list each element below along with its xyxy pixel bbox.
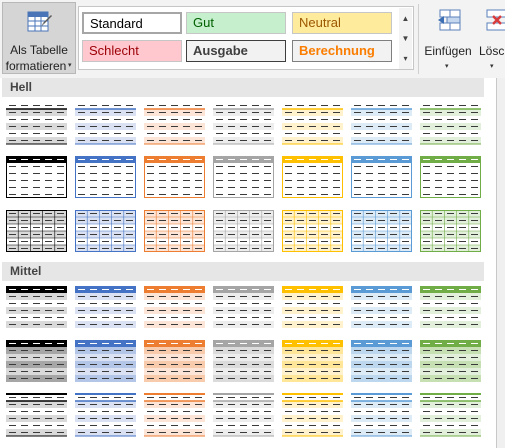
- cell-style-schlecht[interactable]: Schlecht: [82, 40, 182, 62]
- table-style-thumb[interactable]: [6, 392, 67, 443]
- ribbon: Als Tabelle formatieren ▾ Standard Gut Neu…: [0, 0, 505, 79]
- table-style-thumb[interactable]: [351, 338, 412, 389]
- table-style-thumb[interactable]: [282, 100, 343, 151]
- cell-style-ausgabe[interactable]: Ausgabe: [186, 40, 286, 62]
- table-style-thumb[interactable]: [420, 208, 481, 259]
- format-as-table-button[interactable]: Als Tabelle formatieren ▾: [2, 2, 76, 74]
- table-style-thumb[interactable]: [75, 208, 136, 259]
- ribbon-separator: [418, 4, 419, 74]
- gallery-scroll-down-button[interactable]: ▼: [399, 28, 412, 49]
- table-style-thumb[interactable]: [351, 154, 412, 205]
- table-styles-gallery: Hell Mittel: [0, 78, 497, 448]
- table-style-thumb[interactable]: [420, 100, 481, 151]
- table-style-thumb[interactable]: [75, 154, 136, 205]
- table-style-thumb[interactable]: [420, 284, 481, 335]
- cell-style-gut[interactable]: Gut: [186, 12, 286, 34]
- dropdown-arrow-icon: ▾: [68, 62, 72, 69]
- table-style-thumb[interactable]: [6, 154, 67, 205]
- table-style-thumb[interactable]: [213, 284, 274, 335]
- table-style-thumb[interactable]: [282, 154, 343, 205]
- table-style-thumb[interactable]: [351, 392, 412, 443]
- table-style-thumb[interactable]: [144, 284, 205, 335]
- delete-cells-icon: [484, 8, 505, 39]
- dropdown-arrow-icon: ▾: [445, 63, 449, 70]
- delete-label: Lösch: [479, 44, 505, 58]
- table-style-thumb[interactable]: [213, 100, 274, 151]
- table-style-thumb[interactable]: [282, 338, 343, 389]
- dropdown-arrow-icon: ▾: [490, 63, 494, 70]
- cell-style-neutral[interactable]: Neutral: [292, 12, 392, 34]
- table-style-thumb[interactable]: [6, 208, 67, 259]
- table-style-thumb[interactable]: [420, 338, 481, 389]
- table-style-thumb[interactable]: [6, 338, 67, 389]
- cell-style-standard[interactable]: Standard: [82, 12, 182, 34]
- gallery-scrollbar[interactable]: [497, 78, 505, 448]
- gallery-expand-button[interactable]: ▾: [399, 48, 412, 69]
- section-header-light: Hell: [2, 78, 484, 97]
- gallery-scroll-up-button[interactable]: ▲: [399, 8, 412, 29]
- table-style-thumb[interactable]: [213, 338, 274, 389]
- table-style-thumb[interactable]: [75, 338, 136, 389]
- section-header-medium: Mittel: [2, 262, 484, 281]
- table-style-thumb[interactable]: [420, 392, 481, 443]
- table-style-thumb[interactable]: [144, 392, 205, 443]
- table-style-thumb[interactable]: [213, 208, 274, 259]
- table-style-thumb[interactable]: [144, 154, 205, 205]
- insert-label: Einfügen: [424, 44, 472, 58]
- table-style-thumb[interactable]: [144, 338, 205, 389]
- table-style-thumb[interactable]: [75, 100, 136, 151]
- table-style-thumb[interactable]: [75, 392, 136, 443]
- table-style-thumb[interactable]: [420, 154, 481, 205]
- format-as-table-label-line1: Als Tabelle: [10, 43, 68, 57]
- delete-button[interactable]: Lösch ▾: [476, 2, 505, 74]
- table-style-thumb[interactable]: [144, 100, 205, 151]
- table-style-thumb[interactable]: [6, 284, 67, 335]
- table-style-thumb[interactable]: [213, 392, 274, 443]
- table-style-thumb[interactable]: [6, 100, 67, 151]
- format-as-table-icon: [27, 9, 53, 35]
- insert-cells-icon: [436, 8, 464, 39]
- table-style-thumb[interactable]: [144, 208, 205, 259]
- table-style-thumb[interactable]: [351, 208, 412, 259]
- table-style-thumb[interactable]: [351, 100, 412, 151]
- table-style-thumb[interactable]: [75, 284, 136, 335]
- insert-button[interactable]: Einfügen ▾: [422, 2, 474, 74]
- table-style-thumb[interactable]: [282, 392, 343, 443]
- table-style-thumb[interactable]: [351, 284, 412, 335]
- format-as-table-label-line2: formatieren: [5, 59, 67, 73]
- table-style-thumb[interactable]: [282, 208, 343, 259]
- table-style-thumb[interactable]: [213, 154, 274, 205]
- table-style-thumb[interactable]: [282, 284, 343, 335]
- cell-style-berechnung[interactable]: Berechnung: [292, 40, 392, 62]
